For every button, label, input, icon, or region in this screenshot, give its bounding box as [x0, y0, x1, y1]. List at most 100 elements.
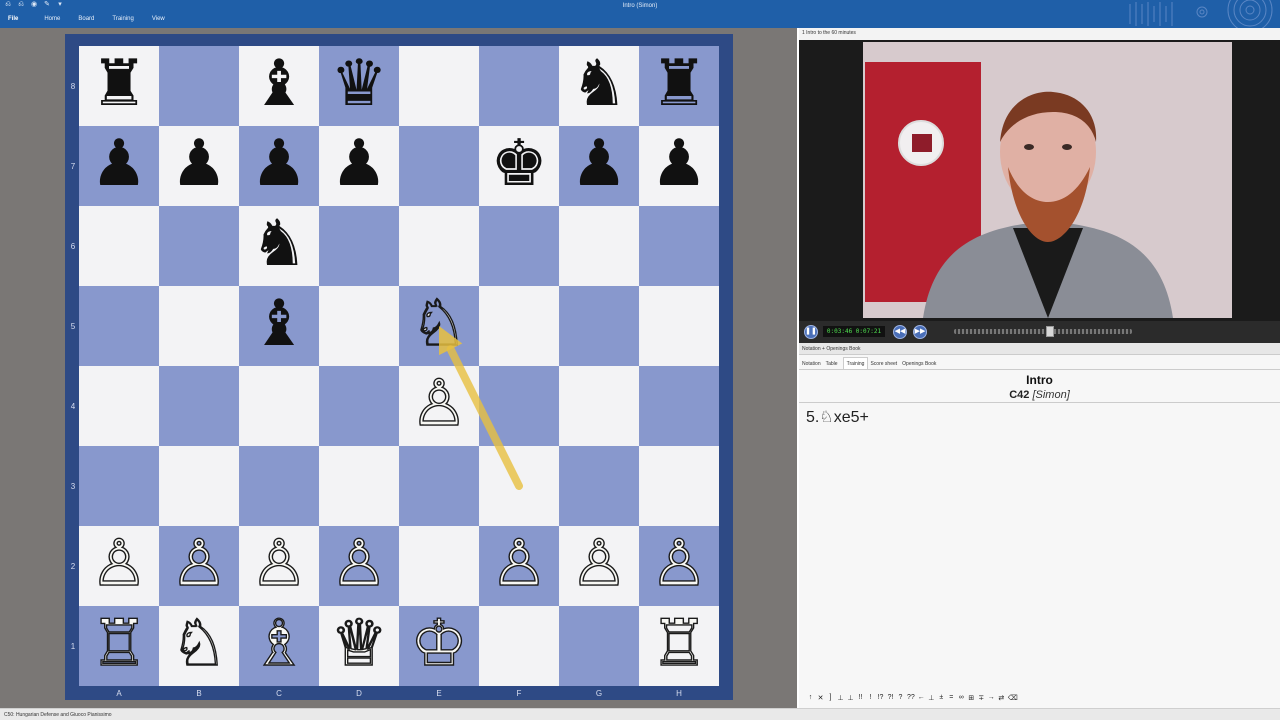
white-piece[interactable]: ♙ — [490, 531, 549, 596]
square-d1[interactable]: ♕ — [319, 606, 399, 686]
square-e4[interactable]: ♙ — [399, 366, 479, 446]
black-piece[interactable]: ♛ — [330, 52, 387, 116]
black-piece[interactable]: ♜ — [90, 52, 147, 116]
tab-training[interactable]: Training — [842, 357, 869, 369]
annotation-button[interactable]: !! — [857, 694, 864, 706]
black-piece[interactable]: ♞ — [250, 212, 307, 276]
square-d5[interactable] — [319, 286, 399, 366]
rewind-icon[interactable]: ◀◀ — [893, 325, 907, 339]
square-c5[interactable]: ♝ — [239, 286, 319, 366]
black-piece[interactable]: ♚ — [490, 132, 547, 196]
white-piece[interactable]: ♙ — [570, 531, 629, 596]
white-piece[interactable]: ♘ — [410, 291, 469, 356]
white-piece[interactable]: ♗ — [250, 611, 309, 676]
square-a4[interactable] — [79, 366, 159, 446]
video-frame[interactable] — [863, 42, 1232, 318]
white-piece[interactable]: ♖ — [650, 611, 709, 676]
square-h6[interactable] — [639, 206, 719, 286]
annotation-button[interactable]: ] — [827, 694, 834, 706]
square-g8[interactable]: ♞ — [559, 46, 639, 126]
square-h5[interactable] — [639, 286, 719, 366]
square-a3[interactable] — [79, 446, 159, 526]
annotation-button[interactable]: ⇄ — [998, 694, 1005, 706]
square-h8[interactable]: ♜ — [639, 46, 719, 126]
square-e2[interactable] — [399, 526, 479, 606]
square-g6[interactable] — [559, 206, 639, 286]
tab-score-sheet[interactable]: Score sheet — [870, 357, 900, 369]
tab-notation[interactable]: Notation — [802, 357, 824, 369]
pause-icon[interactable]: ❚❚ — [804, 325, 818, 339]
square-e7[interactable] — [399, 126, 479, 206]
black-piece[interactable]: ♟ — [90, 132, 147, 196]
black-piece[interactable]: ♝ — [250, 292, 307, 356]
square-g2[interactable]: ♙ — [559, 526, 639, 606]
annotation-button[interactable]: ⊥ — [928, 694, 935, 706]
annotation-button[interactable]: ?? — [907, 694, 915, 706]
seek-thumb[interactable] — [1045, 326, 1054, 337]
square-c2[interactable]: ♙ — [239, 526, 319, 606]
square-h7[interactable]: ♟ — [639, 126, 719, 206]
square-d8[interactable]: ♛ — [319, 46, 399, 126]
square-d7[interactable]: ♟ — [319, 126, 399, 206]
square-f8[interactable] — [479, 46, 559, 126]
white-piece[interactable]: ♙ — [330, 531, 389, 596]
annotation-button[interactable]: ⌫ — [1008, 694, 1018, 706]
square-f3[interactable] — [479, 446, 559, 526]
square-a7[interactable]: ♟ — [79, 126, 159, 206]
chess-board[interactable]: ♜ ♝ ♛ ♞ ♜ ♟ ♟ ♟ ♟ ♚ ♟ ♟ ♞ ♝ ♘ ♙ ♙ ♙ ♙ ♙ ♙ ♙ ♙ ♖ ♘ ♗ ♕ ♔ ♖ — [79, 46, 719, 686]
black-piece[interactable]: ♜ — [650, 52, 707, 116]
square-b7[interactable]: ♟ — [159, 126, 239, 206]
square-g1[interactable] — [559, 606, 639, 686]
black-piece[interactable]: ♟ — [170, 132, 227, 196]
square-b5[interactable] — [159, 286, 239, 366]
white-piece[interactable]: ♙ — [90, 531, 149, 596]
black-piece[interactable]: ♟ — [650, 132, 707, 196]
black-piece[interactable]: ♟ — [330, 132, 387, 196]
square-g7[interactable]: ♟ — [559, 126, 639, 206]
square-g3[interactable] — [559, 446, 639, 526]
square-c8[interactable]: ♝ — [239, 46, 319, 126]
ribbon-tab-home[interactable]: Home — [44, 16, 60, 22]
square-b8[interactable] — [159, 46, 239, 126]
square-c1[interactable]: ♗ — [239, 606, 319, 686]
annotation-button[interactable]: ? — [897, 694, 904, 706]
square-c6[interactable]: ♞ — [239, 206, 319, 286]
white-piece[interactable]: ♙ — [170, 531, 229, 596]
square-d6[interactable] — [319, 206, 399, 286]
square-c4[interactable] — [239, 366, 319, 446]
annotation-button[interactable]: ± — [938, 694, 945, 706]
square-g4[interactable] — [559, 366, 639, 446]
square-f7[interactable]: ♚ — [479, 126, 559, 206]
square-d3[interactable] — [319, 446, 399, 526]
square-a2[interactable]: ♙ — [79, 526, 159, 606]
annotation-button[interactable]: = — [948, 694, 955, 706]
white-piece[interactable]: ♔ — [410, 611, 469, 676]
square-a6[interactable] — [79, 206, 159, 286]
white-piece[interactable]: ♖ — [90, 611, 149, 676]
square-f1[interactable] — [479, 606, 559, 686]
annotation-button[interactable]: ?! — [887, 694, 894, 706]
annotation-button[interactable]: ⊥ — [837, 694, 844, 706]
black-piece[interactable]: ♟ — [250, 132, 307, 196]
square-f6[interactable] — [479, 206, 559, 286]
square-h2[interactable]: ♙ — [639, 526, 719, 606]
ribbon-tab-training[interactable]: Training — [112, 16, 133, 22]
forward-icon[interactable]: ▶▶ — [913, 325, 927, 339]
square-a1[interactable]: ♖ — [79, 606, 159, 686]
square-a8[interactable]: ♜ — [79, 46, 159, 126]
square-f2[interactable]: ♙ — [479, 526, 559, 606]
tab-openings-book[interactable]: Openings Book — [902, 357, 939, 369]
square-e3[interactable] — [399, 446, 479, 526]
square-d2[interactable]: ♙ — [319, 526, 399, 606]
square-h3[interactable] — [639, 446, 719, 526]
square-c7[interactable]: ♟ — [239, 126, 319, 206]
white-piece[interactable]: ♘ — [170, 611, 229, 676]
ribbon-tab-board[interactable]: Board — [78, 16, 94, 22]
square-b6[interactable] — [159, 206, 239, 286]
square-c3[interactable] — [239, 446, 319, 526]
square-e1[interactable]: ♔ — [399, 606, 479, 686]
white-piece[interactable]: ♙ — [650, 531, 709, 596]
annotation-button[interactable]: ⊞ — [968, 694, 975, 706]
square-e8[interactable] — [399, 46, 479, 126]
black-piece[interactable]: ♝ — [250, 52, 307, 116]
